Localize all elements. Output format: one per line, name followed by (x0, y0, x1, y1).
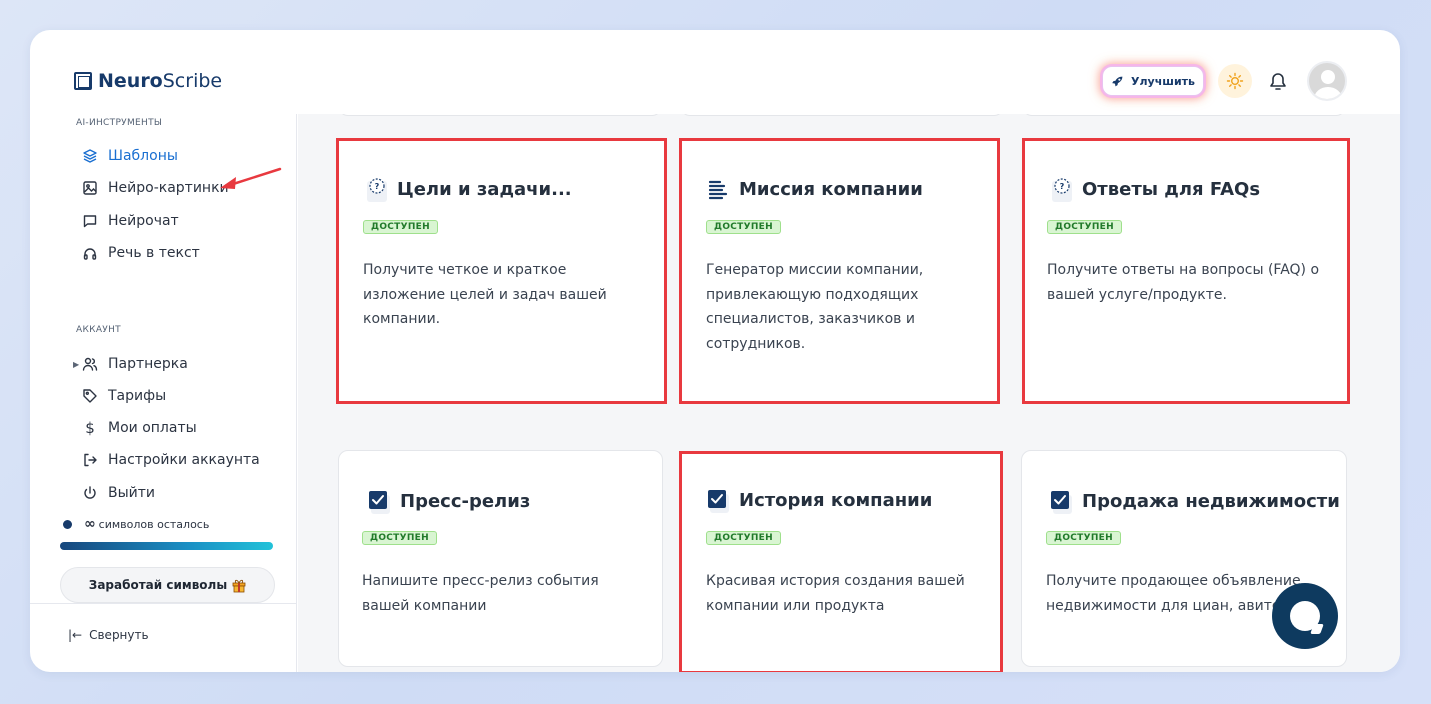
earn-symbols-button[interactable]: Заработай символы (60, 567, 275, 603)
sidebar-item-neuro-images[interactable]: Нейро-картинки (82, 178, 229, 198)
upgrade-label: Улучшить (1131, 74, 1195, 88)
sidebar-item-account-settings[interactable]: Настройки аккаунта (82, 450, 260, 470)
card-title: Пресс-релиз (400, 490, 531, 512)
sidebar-item-neurochat[interactable]: Нейрочат (82, 211, 179, 231)
rocket-icon (1112, 76, 1123, 86)
svg-text:?: ? (1060, 182, 1065, 191)
support-chat-button[interactable] (1272, 583, 1338, 649)
image-icon (82, 180, 98, 196)
card-description: Получите ответы на вопросы (FAQ) о вашей… (1047, 262, 1320, 303)
sidebar-item-label: Нейрочат (108, 213, 179, 229)
card-title: Цели и задачи... (397, 178, 572, 200)
svg-text:?: ? (375, 182, 380, 191)
clipboard-question-icon: ? (365, 177, 389, 202)
status-badge: ДОСТУПЕН (706, 220, 781, 234)
upgrade-button[interactable]: Улучшить (1102, 66, 1204, 96)
card-description: Красивая история создания вашей компании… (706, 573, 965, 614)
brand-logo[interactable]: Neuro Scribe (74, 70, 222, 92)
card-stub (338, 114, 662, 116)
bell-icon (1270, 73, 1286, 90)
sidebar-item-label: Партнерка (108, 356, 188, 372)
credits-status: ∞ символов осталось (63, 516, 209, 532)
tag-icon (82, 388, 98, 404)
sidebar-item-logout[interactable]: Выйти (82, 483, 155, 503)
brand-name-rest: Scribe (162, 70, 223, 92)
earn-symbols-label: Заработай символы (88, 578, 228, 592)
collapse-icon: |← (68, 628, 83, 642)
dollar-icon: $ (85, 419, 95, 437)
section-label-account: АККАУНТ (76, 325, 121, 335)
app-window: Neuro Scribe Улучшить AI-ИНСТРУМЕНТЫ Шабл… (30, 30, 1400, 672)
card-stub (680, 114, 1004, 116)
credits-symbol: ∞ (84, 516, 96, 532)
card-title: Ответы для FAQs (1082, 178, 1261, 200)
credits-progress-fill (60, 542, 273, 550)
sidebar-item-label: Выйти (108, 485, 156, 501)
card-description: Напишите пресс-релиз события вашей компа… (362, 573, 599, 614)
sidebar-item-templates[interactable]: Шаблоны (82, 146, 178, 166)
sidebar-item-label: Нейро-картинки (108, 180, 229, 196)
sun-icon (1226, 72, 1244, 90)
gift-icon (232, 579, 246, 592)
sidebar: AI-ИНСТРУМЕНТЫ Шаблоны Нейро-картинки Не… (30, 114, 297, 672)
annotation-arrow-icon (220, 167, 282, 189)
section-label-ai: AI-ИНСТРУМЕНТЫ (76, 118, 163, 128)
sidebar-item-tariffs[interactable]: Тарифы (82, 386, 166, 406)
sidebar-item-label: Настройки аккаунта (108, 452, 260, 468)
sidebar-item-label: Шаблоны (108, 148, 178, 164)
checkbox-icon (707, 488, 731, 513)
brand-name-bold: Neuro (98, 70, 163, 92)
templates-grid: ? Цели и задачи... ДОСТУПЕН Получите чет… (298, 114, 1400, 672)
layers-icon (82, 148, 98, 164)
sidebar-item-label: Мои оплаты (108, 420, 197, 436)
sidebar-item-payments[interactable]: $ Мои оплаты (82, 418, 197, 438)
card-title: История компании (739, 489, 933, 511)
notifications-button[interactable] (1266, 68, 1290, 94)
power-icon (82, 485, 98, 501)
collapse-label: Свернуть (89, 628, 149, 642)
headphones-icon (82, 245, 98, 261)
sidebar-item-speech-to-text[interactable]: Речь в текст (82, 243, 200, 263)
status-badge: ДОСТУПЕН (362, 531, 437, 545)
logout-arrow-icon (82, 452, 98, 468)
status-badge: ДОСТУПЕН (706, 531, 781, 545)
clipboard-question-icon: ? (1050, 177, 1074, 202)
checkbox-icon (368, 489, 392, 514)
sidebar-item-label: Тарифы (108, 388, 167, 404)
template-card-company-history[interactable]: История компании ДОСТУПЕН Красивая истор… (679, 451, 1003, 672)
card-description: Получите четкое и краткое изложение целе… (363, 262, 607, 327)
expand-caret-icon[interactable]: ▶ (73, 360, 79, 369)
card-title: Продажа недвижимости (1082, 490, 1340, 512)
template-card-mission[interactable]: Миссия компании ДОСТУПЕН Генератор мисси… (679, 138, 1000, 404)
status-dot (63, 519, 72, 529)
users-icon (82, 356, 98, 372)
sidebar-divider (30, 603, 297, 604)
sidebar-item-label: Речь в текст (108, 245, 200, 261)
credits-progress-bar (60, 542, 273, 550)
status-badge: ДОСТУПЕН (1047, 220, 1122, 234)
status-badge: ДОСТУПЕН (363, 220, 438, 234)
user-avatar[interactable] (1307, 61, 1347, 101)
chat-icon (82, 213, 98, 229)
chat-bubble-icon (1290, 601, 1320, 631)
checkbox-icon (1050, 489, 1074, 514)
template-card-faq[interactable]: ? Ответы для FAQs ДОСТУПЕН Получите отве… (1022, 138, 1350, 404)
list-lines-icon (707, 177, 731, 201)
theme-toggle[interactable] (1218, 64, 1252, 98)
sidebar-item-partner[interactable]: Партнерка (82, 354, 188, 374)
top-bar: Neuro Scribe Улучшить (30, 30, 1400, 114)
card-title: Миссия компании (739, 178, 923, 200)
template-card-goals[interactable]: ? Цели и задачи... ДОСТУПЕН Получите чет… (336, 138, 667, 404)
card-description: Генератор миссии компании, привлекающую … (706, 262, 924, 352)
credits-text: символов осталось (98, 517, 210, 531)
collapse-button[interactable]: |← Свернуть (68, 628, 149, 642)
status-badge: ДОСТУПЕН (1046, 531, 1121, 545)
logo-icon (74, 72, 92, 90)
template-card-press-release[interactable]: Пресс-релиз ДОСТУПЕН Напишите пресс-рели… (338, 450, 663, 667)
card-stub (1022, 114, 1346, 116)
